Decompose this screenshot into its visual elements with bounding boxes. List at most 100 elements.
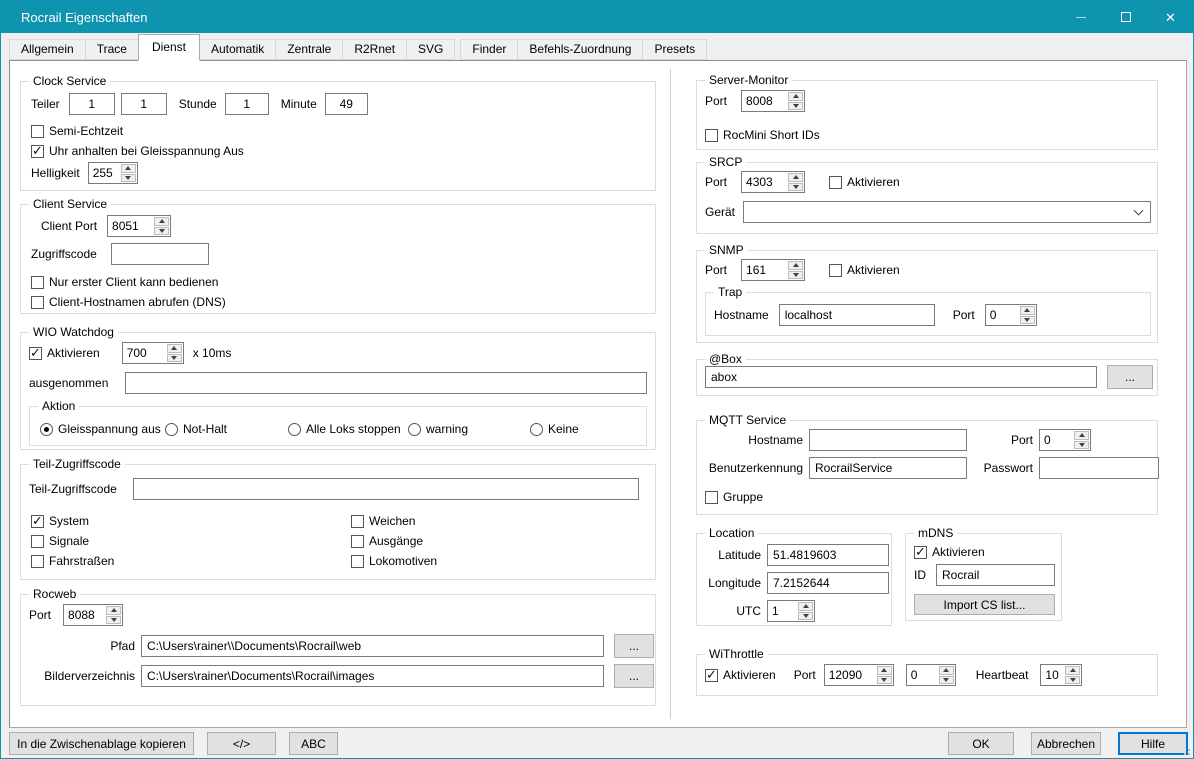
checkbox-box[interactable]	[31, 515, 44, 528]
server-monitor-port-spinner[interactable]: 8008	[741, 90, 805, 112]
up-button[interactable]	[939, 666, 954, 675]
heartbeat-spinner[interactable]: 10	[1040, 664, 1082, 686]
ausgaenge-checkbox[interactable]: Ausgänge	[351, 531, 423, 551]
up-button[interactable]	[788, 173, 803, 182]
withrottle-port-value[interactable]: 12090	[825, 665, 876, 685]
radio-not-halt[interactable]: Not-Halt	[165, 419, 227, 439]
snmp-port-spinner[interactable]: 161	[741, 259, 805, 281]
utc-value[interactable]: 1	[768, 601, 797, 621]
helligkeit-value[interactable]: 255	[89, 163, 120, 183]
tab-allgemein[interactable]: Allgemein	[9, 39, 86, 60]
down-button[interactable]	[939, 676, 954, 685]
resize-grip[interactable]	[1181, 746, 1190, 755]
help-button[interactable]: Hilfe	[1118, 732, 1188, 755]
up-button[interactable]	[798, 602, 813, 611]
checkbox-box[interactable]	[705, 129, 718, 142]
checkbox-box[interactable]	[31, 276, 44, 289]
client-hostnamen-checkbox[interactable]: Client-Hostnamen abrufen (DNS)	[31, 292, 226, 312]
rocweb-port-value[interactable]: 8088	[64, 605, 105, 625]
signale-checkbox[interactable]: Signale	[31, 531, 89, 551]
tab-presets[interactable]: Presets	[642, 39, 707, 60]
utc-spinner[interactable]: 1	[767, 600, 815, 622]
atbox-field[interactable]: abox	[705, 366, 1097, 388]
bilderverzeichnis-browse-button[interactable]: ...	[614, 664, 654, 688]
trap-hostname-field[interactable]: localhost	[779, 304, 935, 326]
uhr-anhalten-checkbox[interactable]: Uhr anhalten bei Gleisspannung Aus	[31, 141, 244, 161]
pfad-browse-button[interactable]: ...	[614, 634, 654, 658]
snmp-aktivieren-checkbox[interactable]: Aktivieren	[829, 260, 900, 280]
down-button[interactable]	[154, 227, 169, 236]
trap-port-spinner[interactable]: 0	[985, 304, 1037, 326]
latitude-field[interactable]: 51.4819603	[767, 544, 889, 566]
up-button[interactable]	[1020, 306, 1035, 315]
wio-aktivieren-checkbox[interactable]: Aktivieren	[29, 343, 100, 363]
code-button[interactable]: </>	[207, 732, 276, 755]
cancel-button[interactable]: Abbrechen	[1031, 732, 1101, 755]
titlebar[interactable]: Rocrail Eigenschaften ✕	[1, 1, 1193, 33]
up-button[interactable]	[106, 606, 121, 615]
lokomotiven-checkbox[interactable]: Lokomotiven	[351, 551, 437, 571]
withrottle-secondary-value[interactable]: 0	[907, 665, 938, 685]
up-button[interactable]	[167, 344, 182, 353]
teil-zugriffscode-field[interactable]	[133, 478, 639, 500]
tab-automatik[interactable]: Automatik	[199, 39, 276, 60]
srcp-port-spinner[interactable]: 4303	[741, 171, 805, 193]
checkbox-box[interactable]	[829, 264, 842, 277]
down-button[interactable]	[1020, 316, 1035, 325]
client-port-value[interactable]: 8051	[108, 216, 153, 236]
mqtt-hostname-field[interactable]	[809, 429, 967, 451]
tab-befehls-zuordnung[interactable]: Befehls-Zuordnung	[517, 39, 643, 60]
semi-echtzeit-checkbox[interactable]: Semi-Echtzeit	[31, 121, 123, 141]
tab-dienst[interactable]: Dienst	[138, 34, 200, 61]
srcp-port-value[interactable]: 4303	[742, 172, 787, 192]
client-port-spinner[interactable]: 8051	[107, 215, 171, 237]
up-button[interactable]	[121, 164, 136, 173]
checkbox-box[interactable]	[351, 515, 364, 528]
srcp-aktivieren-checkbox[interactable]: Aktivieren	[829, 172, 900, 192]
down-button[interactable]	[877, 676, 892, 685]
radio-button[interactable]	[408, 423, 421, 436]
radio-keine[interactable]: Keine	[530, 419, 579, 439]
weichen-checkbox[interactable]: Weichen	[351, 511, 415, 531]
radio-button[interactable]	[288, 423, 301, 436]
helligkeit-spinner[interactable]: 255	[88, 162, 138, 184]
system-checkbox[interactable]: System	[31, 511, 89, 531]
checkbox-box[interactable]	[351, 555, 364, 568]
down-button[interactable]	[788, 102, 803, 111]
down-button[interactable]	[167, 354, 182, 363]
fahrstrassen-checkbox[interactable]: Fahrstraßen	[31, 551, 114, 571]
checkbox-box[interactable]	[31, 125, 44, 138]
checkbox-box[interactable]	[31, 535, 44, 548]
up-button[interactable]	[1074, 431, 1089, 440]
server-monitor-port-value[interactable]: 8008	[742, 91, 787, 111]
minute-field[interactable]: 49	[325, 93, 368, 115]
checkbox-box[interactable]	[31, 145, 44, 158]
tab-zentrale[interactable]: Zentrale	[275, 39, 343, 60]
radio-button[interactable]	[40, 423, 53, 436]
bilderverzeichnis-field[interactable]: C:\Users\rainer\Documents\Rocrail\images	[141, 665, 604, 687]
withrottle-aktivieren-checkbox[interactable]: Aktivieren	[705, 665, 776, 685]
abc-button[interactable]: ABC	[289, 732, 338, 755]
passwort-field[interactable]	[1039, 457, 1159, 479]
atbox-browse-button[interactable]: ...	[1107, 365, 1153, 389]
tab-svg[interactable]: SVG	[406, 39, 455, 60]
up-button[interactable]	[788, 261, 803, 270]
checkbox-box[interactable]	[829, 176, 842, 189]
nur-erster-client-checkbox[interactable]: Nur erster Client kann bedienen	[31, 272, 218, 292]
minimize-button[interactable]	[1058, 1, 1103, 33]
benutzerkennung-field[interactable]: RocrailService	[809, 457, 967, 479]
down-button[interactable]	[1065, 676, 1080, 685]
checkbox-box[interactable]	[351, 535, 364, 548]
wio-value-spinner[interactable]: 700	[122, 342, 184, 364]
radio-button[interactable]	[165, 423, 178, 436]
down-button[interactable]	[788, 183, 803, 192]
mdns-id-field[interactable]: Rocrail	[936, 564, 1055, 586]
close-button[interactable]: ✕	[1148, 1, 1193, 33]
up-button[interactable]	[1065, 666, 1080, 675]
zugriffscode-field[interactable]	[111, 243, 209, 265]
radio-alle-loks-stoppen[interactable]: Alle Loks stoppen	[288, 419, 401, 439]
pfad-field[interactable]: C:\Users\rainer\\Documents\Rocrail\web	[141, 635, 604, 657]
geraet-dropdown[interactable]	[743, 201, 1151, 223]
checkbox-box[interactable]	[29, 347, 42, 360]
up-button[interactable]	[154, 217, 169, 226]
